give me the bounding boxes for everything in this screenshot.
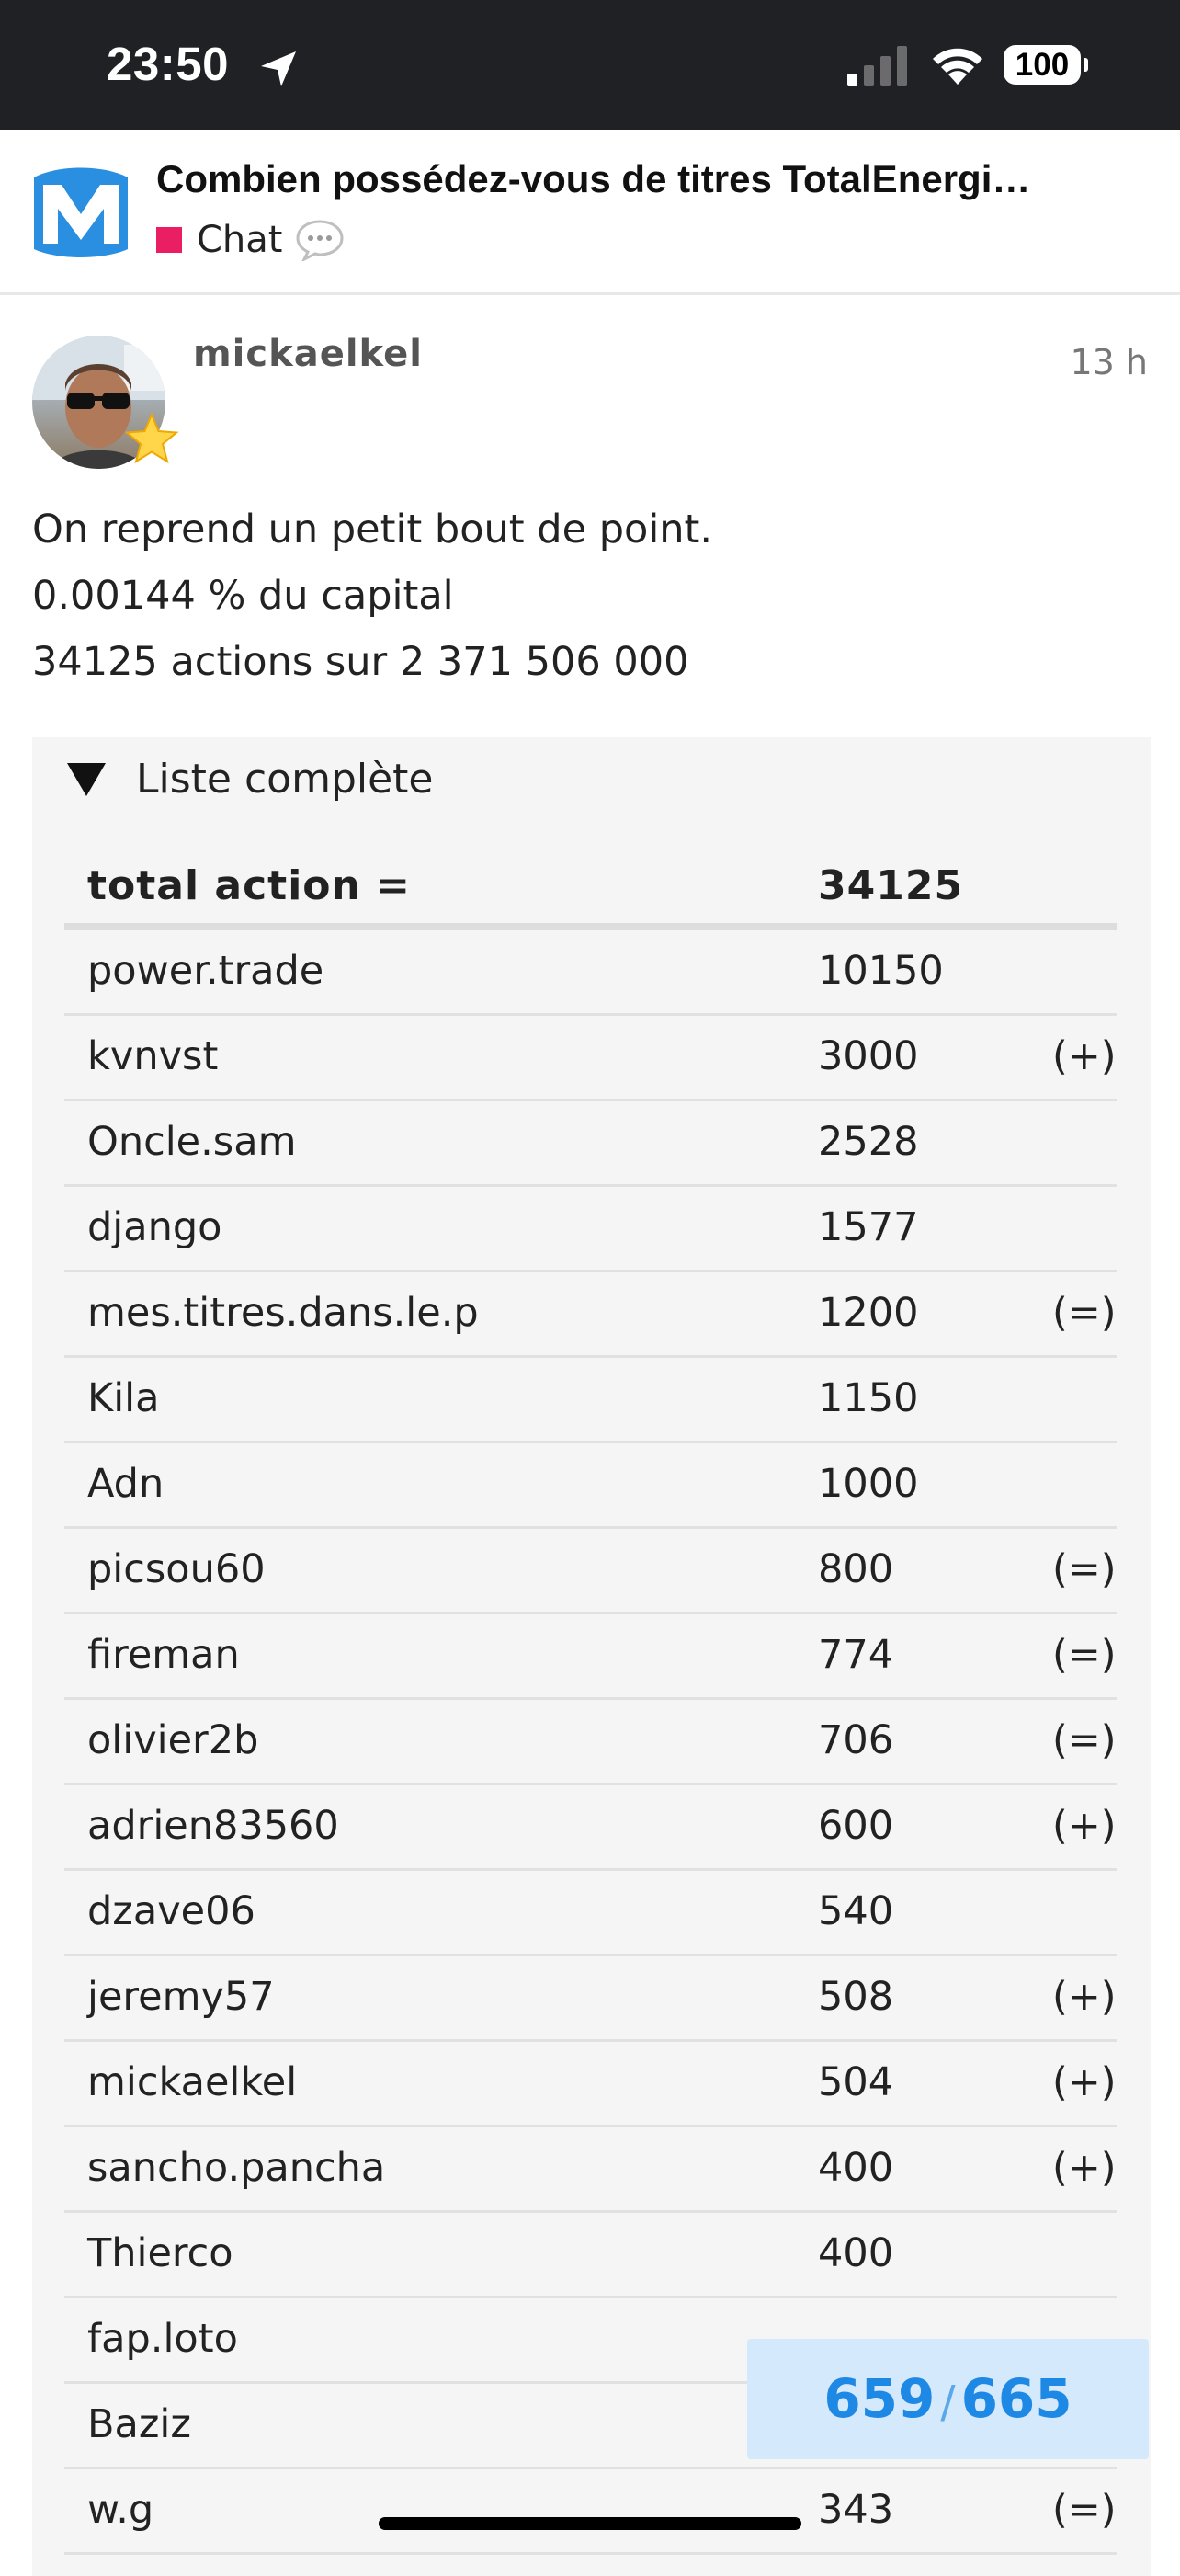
table-cell-change: (+) [1052,1033,1117,1079]
table-row: mes.titres.dans.le.p 1200 (=) [64,1272,1117,1358]
wifi-icon [933,48,982,85]
topic-title[interactable]: Combien possédez-vous de titres TotalEne… [156,157,1094,201]
details-summary-label: Liste complète [136,756,434,803]
progress-current: 659 [823,2367,936,2430]
table-cell-change: (+) [1052,1974,1117,2020]
table-cell-change: (=) [1052,2487,1117,2533]
table-cell-value: 400 [818,2145,894,2191]
table-row: picsou60 800 (=) [64,1529,1117,1614]
table-cell-name: olivier2b [87,1717,259,1763]
table-row: Adn 1000 [64,1443,1117,1529]
table-row: jeremy57 508 (+) [64,1956,1117,2042]
post-line: 0.00144 % du capital [32,573,454,619]
location-arrow-icon [261,51,296,86]
table-cell-name: Thierco [87,2230,233,2276]
table-cell-change: (=) [1052,1290,1117,1336]
table-cell-value: 600 [818,1803,894,1849]
table-cell-value: 504 [818,2059,894,2105]
post-progress-indicator[interactable]: 659/665 [747,2339,1149,2459]
table-row: Kila 1150 [64,1358,1117,1443]
site-logo-icon[interactable] [30,161,131,262]
details-toggle[interactable]: Liste complète [67,756,434,803]
post-username[interactable]: mickaelkel [193,333,423,375]
topic-header: Combien possédez-vous de titres TotalEne… [0,130,1180,295]
table-cell-value: 1200 [818,1290,919,1336]
table-cell-name: mes.titres.dans.le.p [87,1290,479,1336]
table-cell-name: adrien83560 [87,1803,339,1849]
details-block: Liste complète total action = 34125 powe… [32,737,1151,2576]
table-cell-value: 800 [818,1546,894,1592]
category-color-square [156,227,182,253]
table-cell-value: 508 [818,1974,894,2020]
table-cell-value: 343 [818,2487,894,2533]
table-cell-value: 774 [818,1632,894,1678]
table-cell-name: jeremy57 [87,1974,275,2020]
star-badge-icon [124,412,179,464]
table-cell-change: (=) [1052,1632,1117,1678]
table-cell-name: Baziz [87,2401,191,2447]
table-row: olivier2b 706 (=) [64,1700,1117,1785]
table-cell-value: 400 [818,2230,894,2276]
table-row: power.trade 10150 [64,930,1117,1016]
progress-separator: / [940,2377,956,2428]
table-cell-name: mickaelkel [87,2059,298,2105]
table-cell-name: power.trade [87,948,324,994]
table-header-row: total action = 34125 [64,849,1117,930]
table-cell-name: dzave06 [87,1888,255,1934]
table-cell-name: fap.loto [87,2316,238,2362]
disclosure-triangle-icon [67,762,106,796]
table-row: django 1577 [64,1187,1117,1272]
cellular-signal-icon [847,46,907,86]
table-cell-name: sancho.pancha [87,2145,386,2191]
table-cell-value: 1000 [818,1461,919,1507]
table-cell-name: picsou60 [87,1546,266,1592]
table-cell-change: (+) [1052,2145,1117,2191]
table-cell-name: kvnvst [87,1033,219,1079]
table-cell-change: (+) [1052,2059,1117,2105]
status-time: 23:50 [107,38,229,90]
table-cell-value: 706 [818,1717,894,1763]
table-cell-name: Oncle.sam [87,1119,297,1165]
battery-indicator: 100 [1004,45,1088,88]
table-cell-value: 1577 [818,1204,919,1250]
post-line: 34125 actions sur 2 371 506 000 [32,639,689,685]
holdings-table: total action = 34125 power.trade 10150 kvn… [64,849,1117,2555]
table-cell-change: (=) [1052,1717,1117,1763]
post-body: On reprend un petit bout de point. 0.001… [32,496,712,695]
table-cell-value: 10150 [818,948,944,994]
table-cell-change: (=) [1052,1546,1117,1592]
table-cell-value: 2528 [818,1119,919,1165]
table-row: w.g 343 (=) [64,2469,1117,2555]
table-row: Oncle.sam 2528 [64,1101,1117,1187]
table-row: mickaelkel 504 (+) [64,2042,1117,2127]
table-cell-name: django [87,1204,222,1250]
table-cell-name: w.g [87,2487,154,2533]
table-header-name: total action = [87,862,412,909]
table-row: fireman 774 (=) [64,1614,1117,1700]
table-row: Thierco 400 [64,2213,1117,2298]
table-cell-name: Kila [87,1375,160,1421]
post-timestamp[interactable]: 13 h [1070,342,1148,382]
post-line: On reprend un petit bout de point. [32,507,713,553]
category-label: Chat [197,219,283,261]
table-cell-value: 3000 [818,1033,919,1079]
table-row: sancho.pancha 400 (+) [64,2127,1117,2213]
table-cell-value: 1150 [818,1375,919,1421]
progress-total: 665 [960,2367,1072,2430]
table-cell-change: (+) [1052,1803,1117,1849]
table-cell-name: Adn [87,1461,165,1507]
table-header-value: 34125 [818,862,964,909]
table-cell-value: 540 [818,1888,894,1934]
table-row: adrien83560 600 (+) [64,1785,1117,1871]
home-indicator[interactable] [379,2517,801,2530]
speech-bubble-icon [296,220,344,261]
table-row: kvnvst 3000 (+) [64,1016,1117,1101]
status-bar: 23:50 100 [0,0,1180,130]
table-row: dzave06 540 [64,1871,1117,1956]
battery-level: 100 [1004,45,1081,85]
category-badge[interactable]: Chat [156,217,345,263]
table-cell-name: fireman [87,1632,240,1678]
